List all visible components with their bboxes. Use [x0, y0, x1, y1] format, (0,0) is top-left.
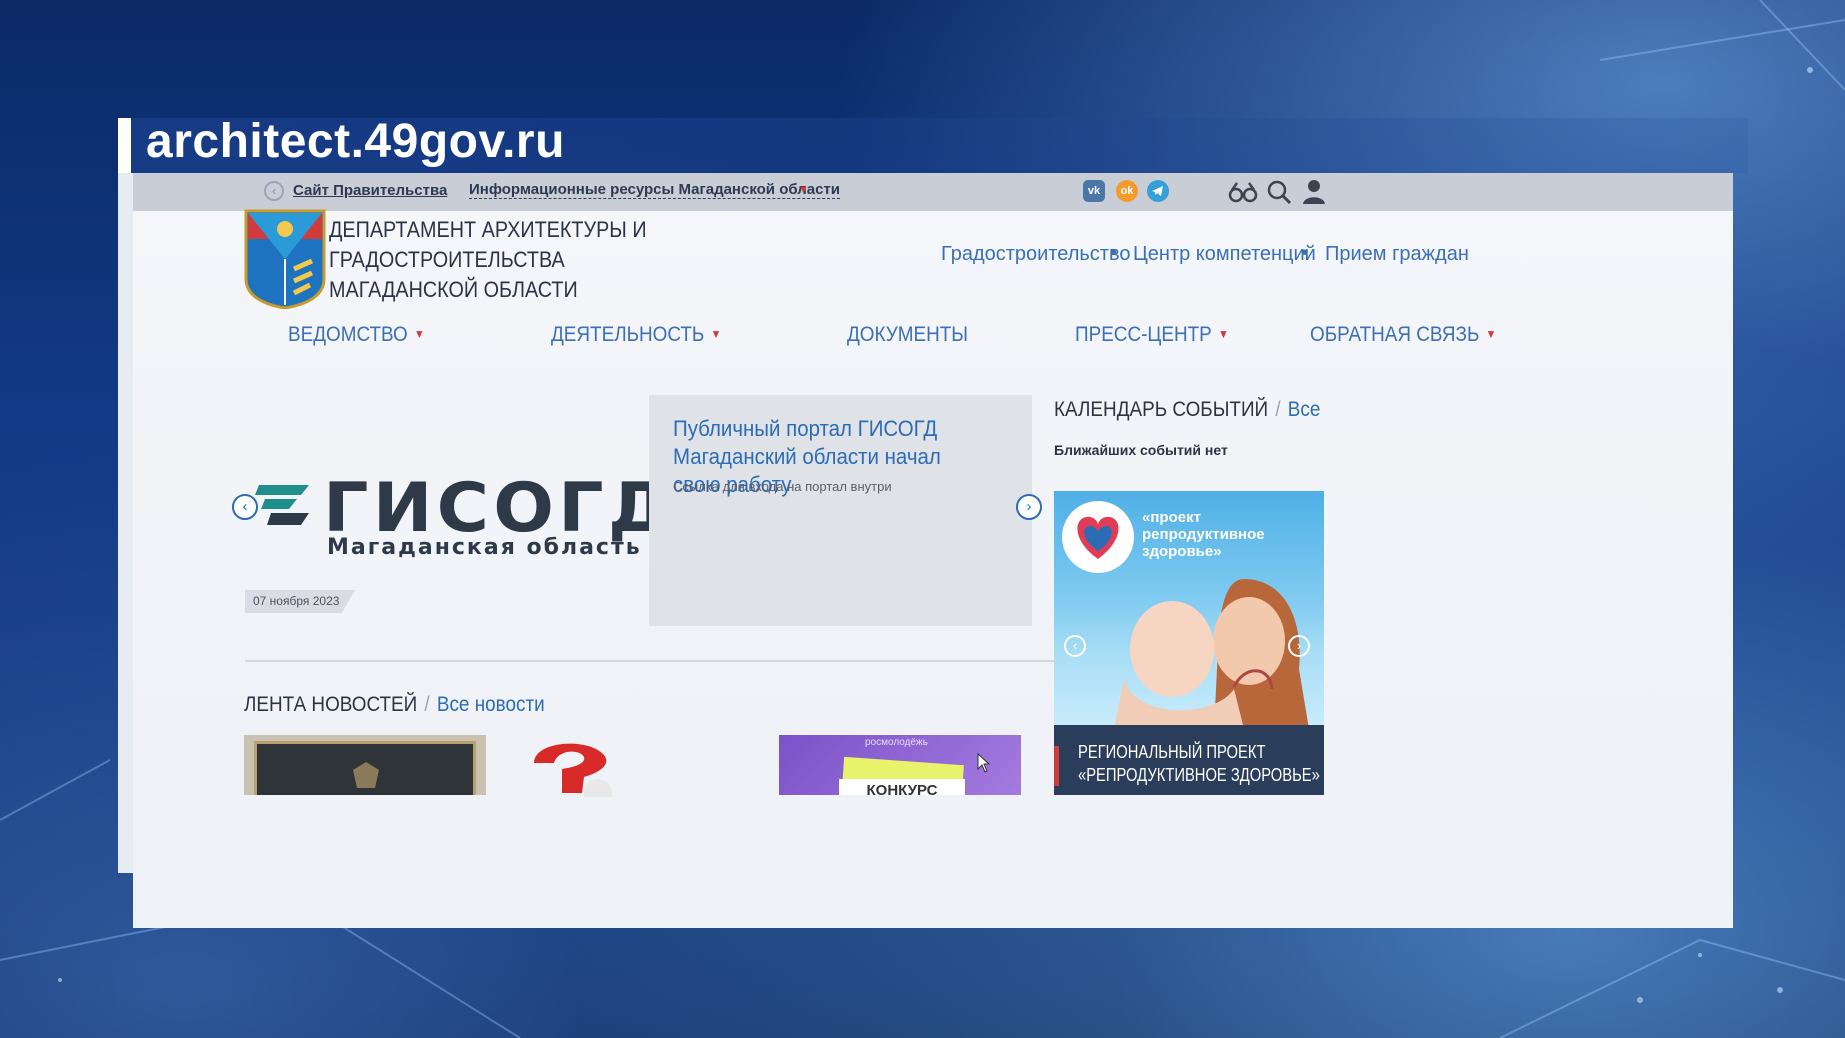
- project-banner-image[interactable]: «проект репродуктивное здоровье» ‹ ›: [1054, 491, 1324, 727]
- chevron-down-icon: ▼: [1218, 327, 1229, 341]
- gov-site-link[interactable]: Сайт Правительства: [293, 182, 447, 199]
- banner-caption-line: «РЕПРОДУКТИВНОЕ ЗДОРОВЬЕ»: [1078, 765, 1320, 785]
- department-title-line: ГРАДОСТРОИТЕЛЬСТВА: [329, 247, 565, 272]
- banner-caption[interactable]: РЕГИОНАЛЬНЫЙ ПРОЕКТ «РЕПРОДУКТИВНОЕ ЗДОР…: [1078, 741, 1320, 787]
- accessibility-glasses-icon[interactable]: [1228, 180, 1258, 204]
- quick-link-urban-planning[interactable]: Градостроительство: [941, 243, 1131, 266]
- nav-item-documents[interactable]: ДОКУМЕНТЫ: [847, 323, 968, 347]
- banner-prev-arrow-icon[interactable]: ‹: [1064, 635, 1086, 657]
- caption-url: architect.49gov.ru: [146, 115, 565, 168]
- separator-dot: •: [1110, 242, 1118, 264]
- featured-news-subtext: Ссылка для входа на портал внутри: [673, 479, 892, 494]
- vk-icon[interactable]: vk: [1083, 180, 1105, 202]
- top-bar: ‹ Сайт Правительства Информационные ресу…: [133, 173, 1733, 211]
- nav-item-feedback[interactable]: ОБРАТНАЯ СВЯЗЬ ▼: [1310, 323, 1496, 347]
- calendar-title: КАЛЕНДАРЬ СОБЫТИЙ: [1054, 398, 1269, 421]
- news-date-badge: 07 ноября 2023: [245, 590, 355, 613]
- separator-slash: /: [1275, 398, 1281, 421]
- banner-project-text: «проект репродуктивное здоровье»: [1142, 509, 1265, 560]
- coat-of-arms-icon: [353, 762, 379, 788]
- separator-dot: •: [1301, 242, 1309, 264]
- website-screen: ‹ Сайт Правительства Информационные ресу…: [133, 173, 1733, 928]
- back-arrow-icon[interactable]: ‹: [264, 181, 284, 201]
- no-events-text: Ближайших событий нет: [1054, 442, 1228, 458]
- department-title-line: ДЕПАРТАМЕНТ АРХИТЕКТУРЫ И: [329, 217, 647, 242]
- featured-news-card[interactable]: Публичный портал ГИСОГД Магаданский обла…: [649, 395, 1032, 626]
- quick-link-citizen-reception[interactable]: Прием граждан: [1325, 243, 1469, 266]
- chevron-down-icon: ▼: [710, 327, 722, 341]
- chevron-down-icon: ▼: [1485, 327, 1497, 341]
- nav-label: ОБРАТНАЯ СВЯЗЬ: [1310, 323, 1480, 346]
- info-resources-dropdown[interactable]: Информационные ресурсы Магаданской облас…: [469, 181, 841, 199]
- slider-next-arrow-icon[interactable]: ›: [1016, 494, 1042, 520]
- thumbnail-contest-label: КОНКУРС: [839, 779, 965, 795]
- news-thumbnail-contest[interactable]: росмолодёжь КОНКУРС: [779, 735, 1021, 795]
- nav-label: ПРЕСС-ЦЕНТР: [1075, 323, 1212, 346]
- nav-label: ДЕЯТЕЛЬНОСТЬ: [551, 323, 705, 346]
- news-feed-heading: ЛЕНТА НОВОСТЕЙ / Все новости: [244, 693, 545, 717]
- thumbnail-brand-text: росмолодёжь: [865, 737, 928, 748]
- banner-next-arrow-icon[interactable]: ›: [1288, 635, 1310, 657]
- telegram-icon[interactable]: [1147, 180, 1169, 202]
- nav-item-department[interactable]: ВЕДОМСТВО ▼: [288, 323, 425, 347]
- gisogd-logo-mark: [255, 485, 309, 525]
- gisogd-logo-subtitle: Магаданская область: [327, 535, 642, 560]
- quick-link-competence-center[interactable]: Центр компетенций: [1133, 243, 1316, 266]
- plaque-image: [254, 741, 476, 795]
- calendar-heading: КАЛЕНДАРЬ СОБЫТИЙ / Все: [1054, 398, 1320, 422]
- nav-label: ДОКУМЕНТЫ: [847, 323, 969, 346]
- odnoklassniki-icon[interactable]: ok: [1116, 180, 1138, 202]
- news-thumbnail-plaque[interactable]: [244, 735, 486, 795]
- department-title: ДЕПАРТАМЕНТ АРХИТЕКТУРЫ И ГРАДОСТРОИТЕЛЬ…: [329, 215, 647, 305]
- news-thumbnail-question-icon[interactable]: [528, 733, 618, 797]
- calendar-all-link[interactable]: Все: [1288, 398, 1321, 421]
- news-feed-title: ЛЕНТА НОВОСТЕЙ: [244, 693, 418, 716]
- user-icon[interactable]: [1301, 178, 1327, 204]
- section-divider: [245, 660, 1105, 662]
- banner-caption-line: РЕГИОНАЛЬНЫЙ ПРОЕКТ: [1078, 742, 1266, 762]
- nav-item-press-center[interactable]: ПРЕСС-ЦЕНТР ▼: [1075, 323, 1229, 347]
- chevron-down-icon: ▼: [414, 327, 425, 341]
- chevron-down-icon[interactable]: ▼: [798, 184, 809, 196]
- search-icon[interactable]: [1266, 179, 1292, 205]
- separator-slash: /: [424, 693, 430, 716]
- screen-edge: [118, 173, 133, 873]
- department-title-line: МАГАДАНСКОЙ ОБЛАСТИ: [329, 277, 578, 302]
- nav-item-activity[interactable]: ДЕЯТЕЛЬНОСТЬ ▼: [551, 323, 721, 347]
- mother-and-baby-illustration: [1114, 579, 1309, 727]
- project-logo-heart-icon: [1062, 501, 1134, 573]
- region-emblem: [244, 209, 326, 309]
- all-news-link[interactable]: Все новости: [437, 693, 545, 716]
- caption-accent-bar: [118, 118, 131, 173]
- mouse-cursor-icon: [977, 753, 991, 773]
- banner-caption-accent: [1054, 746, 1059, 786]
- nav-label: ВЕДОМСТВО: [288, 323, 408, 346]
